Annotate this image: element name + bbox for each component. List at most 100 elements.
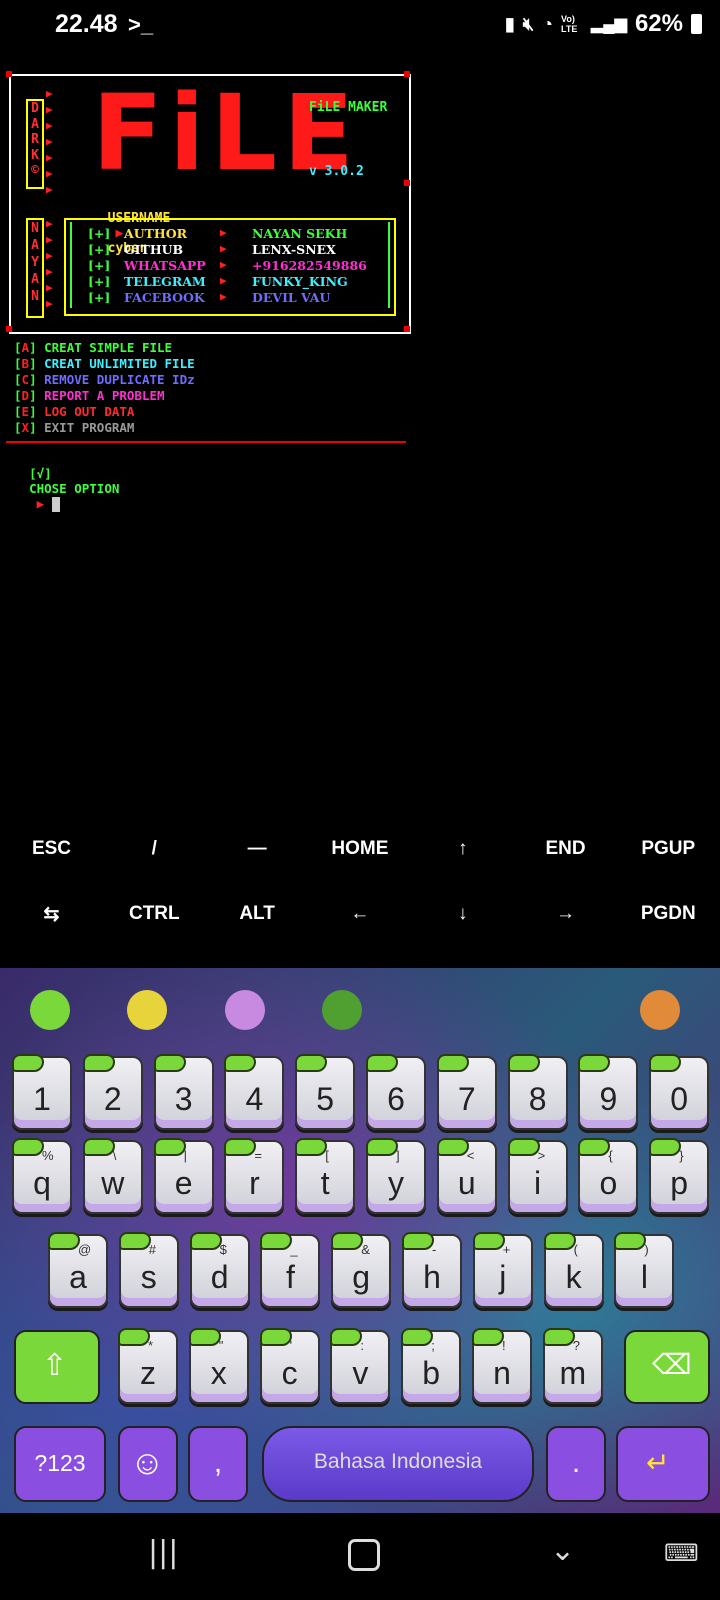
period-key[interactable]: . <box>546 1426 606 1502</box>
key-7[interactable]: 7 <box>436 1054 497 1130</box>
key-8[interactable]: 8 <box>507 1054 568 1130</box>
info-key: GITHUB <box>124 242 184 257</box>
key-label: 1 <box>33 1081 51 1117</box>
space-label: Bahasa Indonesia <box>313 1450 483 1473</box>
extra-key[interactable]: HOME <box>308 838 411 860</box>
comma-key[interactable]: , <box>188 1426 248 1502</box>
clipboard-icon[interactable] <box>127 990 167 1030</box>
menu-key-bracket: [ <box>14 404 22 419</box>
menu-option-a[interactable]: [A] CREAT SIMPLE FILE <box>14 340 172 355</box>
key-r[interactable]: = r <box>224 1138 285 1214</box>
extra-key[interactable]: ⇆ <box>0 903 103 926</box>
extra-key[interactable]: ↓ <box>411 903 514 925</box>
extra-key[interactable]: — <box>206 838 309 860</box>
shift-key[interactable]: ⇧ <box>14 1330 100 1404</box>
key-label: e <box>174 1165 193 1201</box>
extra-key[interactable]: PGDN <box>617 903 720 925</box>
key-z[interactable]: * z <box>118 1328 178 1404</box>
key-9[interactable]: 9 <box>578 1054 639 1130</box>
key-secondary: : <box>360 1338 365 1353</box>
key-u[interactable]: < u <box>436 1138 497 1214</box>
backspace-key[interactable]: ⌫ <box>624 1330 710 1404</box>
key-l[interactable]: ) l <box>614 1232 675 1308</box>
menu-key-bracket: ] <box>29 388 45 403</box>
key-w[interactable]: \ w <box>82 1138 143 1214</box>
back-icon[interactable]: ⌄ <box>550 1533 575 1568</box>
extra-key[interactable]: ALT <box>206 903 309 925</box>
microphone-icon[interactable] <box>225 990 265 1030</box>
slime-decoration <box>259 1328 292 1346</box>
home-icon[interactable] <box>348 1539 380 1571</box>
slime-decoration <box>649 1138 682 1156</box>
menu-divider <box>6 441 406 443</box>
gif-sticker-icon[interactable] <box>30 990 70 1030</box>
menu-option-c[interactable]: [C] REMOVE DUPLICATE IDz <box>14 372 195 387</box>
key-m[interactable]: ? m <box>542 1328 603 1404</box>
theme-icon[interactable] <box>322 990 362 1030</box>
key-x[interactable]: " x <box>188 1328 249 1404</box>
symbols-key[interactable]: ?123 <box>14 1426 106 1502</box>
key-y[interactable]: ] y <box>366 1138 426 1214</box>
key-0[interactable]: 0 <box>649 1054 710 1130</box>
slime-decoration <box>543 1232 576 1250</box>
slime-decoration <box>330 1328 363 1346</box>
key-p[interactable]: } p <box>649 1138 710 1214</box>
key-2[interactable]: 2 <box>82 1054 143 1130</box>
key-label: 0 <box>670 1081 689 1117</box>
keyboard-switch-icon[interactable]: ⌨ <box>664 1539 699 1567</box>
key-secondary: > <box>537 1148 546 1163</box>
slime-decoration <box>436 1054 469 1072</box>
slime-decoration <box>507 1138 540 1156</box>
menu-option-x[interactable]: [X] EXIT PROGRAM <box>14 420 134 435</box>
key-g[interactable]: & g <box>331 1232 392 1308</box>
menu-option-e[interactable]: [E] LOG OUT DATA <box>14 404 134 419</box>
menu-key-bracket: ] <box>29 340 45 355</box>
extra-key[interactable]: END <box>514 838 617 860</box>
key-label: 2 <box>103 1081 122 1117</box>
key-k[interactable]: (k <box>543 1232 604 1308</box>
enter-key[interactable]: ↵ <box>616 1426 710 1502</box>
extra-key[interactable]: CTRL <box>103 903 206 925</box>
key-secondary: ! <box>502 1338 506 1353</box>
extra-key[interactable]: / <box>103 838 206 860</box>
info-arrow: ▶ <box>220 258 227 271</box>
extra-key[interactable]: ← <box>308 903 411 925</box>
key-4[interactable]: 4 <box>224 1054 285 1130</box>
key-d[interactable]: $ d <box>189 1232 250 1308</box>
key-o[interactable]: {o <box>578 1138 639 1214</box>
key-c[interactable]: ' c <box>259 1328 320 1404</box>
key-q[interactable]: % q <box>12 1138 72 1214</box>
key-a[interactable]: @ a <box>48 1232 108 1308</box>
key-v[interactable]: :v <box>330 1328 391 1404</box>
key-6[interactable]: 6 <box>366 1054 426 1130</box>
key-i[interactable]: > i <box>507 1138 568 1214</box>
key-3[interactable]: 3 <box>153 1054 214 1130</box>
key-s[interactable]: # s <box>118 1232 179 1308</box>
extra-key[interactable]: PGUP <box>617 838 720 860</box>
settings-icon[interactable] <box>640 990 680 1030</box>
key-f[interactable]: _ f <box>260 1232 321 1308</box>
key-label: q <box>33 1165 51 1201</box>
extra-key[interactable]: ↑ <box>411 838 514 860</box>
key-5[interactable]: 5 <box>295 1054 356 1130</box>
key-h[interactable]: -h <box>402 1232 462 1308</box>
key-e[interactable]: | e <box>153 1138 214 1214</box>
prompt-line[interactable]: [√] CHOSE OPTION ▶ <box>14 451 119 512</box>
slime-decoration <box>649 1054 682 1072</box>
key-secondary: # <box>148 1242 157 1257</box>
space-key[interactable]: Bahasa Indonesia <box>262 1426 534 1502</box>
key-secondary: = <box>254 1148 262 1163</box>
key-t[interactable]: [t <box>295 1138 356 1214</box>
key-b[interactable]: ; b <box>401 1328 462 1404</box>
menu-option-b[interactable]: [B] CREAT UNLIMITED FILE <box>14 356 195 371</box>
recent-apps-icon[interactable]: ||| <box>148 1535 178 1570</box>
key-n[interactable]: ! n <box>472 1328 532 1404</box>
key-j[interactable]: + j <box>472 1232 533 1308</box>
emoji-key[interactable]: ☺ <box>118 1426 178 1502</box>
key-label: h <box>423 1259 441 1295</box>
extra-key[interactable]: → <box>514 903 617 925</box>
menu-option-d[interactable]: [D] REPORT A PROBLEM <box>14 388 165 403</box>
key-1[interactable]: 1 <box>12 1054 72 1130</box>
battery-percent: 62% <box>634 10 683 37</box>
extra-key[interactable]: ESC <box>0 838 103 860</box>
